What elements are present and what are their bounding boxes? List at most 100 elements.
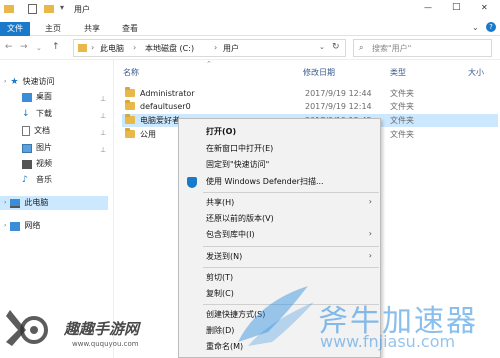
dropdown-icon[interactable]: ⌄ — [319, 43, 325, 51]
file-name: defaultuser0 — [140, 102, 191, 111]
folder-icon — [125, 100, 135, 110]
window-title: 用户 — [74, 5, 90, 14]
pin-icon[interactable]: ⊥ — [100, 112, 106, 120]
menu-item-pin-quick-access[interactable]: 固定到"快速访问" — [206, 157, 269, 173]
maximize-button[interactable]: □ — [452, 2, 461, 12]
desktop-icon — [22, 92, 32, 102]
file-name: 公用 — [140, 130, 156, 139]
submenu-arrow-icon: › — [368, 229, 372, 238]
folder-icon — [125, 114, 135, 124]
file-date: 2017/9/19 12:14 — [305, 102, 372, 111]
menu-separator — [203, 192, 379, 193]
watermark-left-url: www.ququyou.com — [72, 340, 139, 348]
file-type: 文件夹 — [390, 130, 414, 139]
folder-icon — [78, 44, 87, 52]
breadcrumb-separator-icon: › — [214, 43, 218, 52]
star-icon: ★ — [10, 77, 19, 87]
expand-ribbon-icon[interactable]: ⌄ — [472, 23, 479, 32]
sidebar-item-label: 此电脑 — [24, 198, 49, 207]
sidebar-item-label: 桌面 — [36, 92, 52, 101]
minimize-button[interactable]: — — [424, 3, 432, 12]
pin-icon[interactable]: ⊥ — [100, 146, 106, 154]
up-icon[interactable]: ↑ — [52, 42, 60, 52]
pin-icon[interactable]: ⊥ — [100, 95, 106, 103]
column-header-size[interactable]: 大小 — [468, 67, 484, 78]
sidebar-item-network[interactable]: › 网络 — [4, 219, 40, 233]
menu-item-send-to[interactable]: 发送到(N) — [206, 249, 242, 265]
sidebar-item-quick-access[interactable]: › ★ 快速访问 — [4, 75, 54, 89]
list-item[interactable]: Administrator 2017/9/19 12:44 文件夹 — [122, 87, 498, 100]
pictures-icon — [22, 143, 32, 153]
sidebar-item-pictures[interactable]: 图片 — [22, 141, 52, 155]
folder-icon — [125, 87, 135, 97]
watermark-right-url: www.fnjiasu.com — [320, 332, 456, 351]
sidebar-item-videos[interactable]: 视频 — [22, 157, 52, 171]
watermark-right: 斧牛加速器 www.fnjiasu.com — [228, 282, 500, 358]
music-icon: ♪ — [22, 175, 28, 185]
sidebar-item-label: 下载 — [36, 109, 52, 118]
refresh-icon[interactable]: ↻ — [332, 42, 340, 52]
pin-icon[interactable]: ⊥ — [100, 129, 106, 137]
sort-indicator-icon: ⌃ — [206, 60, 212, 68]
properties-icon[interactable] — [28, 4, 37, 14]
sidebar-item-label: 快速访问 — [22, 77, 55, 86]
game-controller-logo-icon — [6, 310, 48, 346]
column-header-name[interactable]: 名称 — [123, 67, 139, 78]
sidebar-item-downloads[interactable]: ↓ 下载 — [22, 107, 52, 121]
column-header-type[interactable]: 类型 — [390, 67, 406, 78]
list-item[interactable]: defaultuser0 2017/9/19 12:14 文件夹 — [122, 100, 498, 113]
menu-separator — [203, 246, 379, 247]
title-bar: ▾ 用户 — □ ✕ — [0, 0, 500, 20]
expand-icon[interactable]: › — [4, 75, 6, 89]
customize-toolbar-icon[interactable]: ▾ — [60, 3, 64, 12]
ribbon: 文件 主页 共享 查看 ⌄ ? — [0, 20, 500, 36]
file-type: 文件夹 — [390, 89, 414, 98]
back-icon[interactable]: ← — [5, 42, 13, 52]
expand-icon[interactable]: › — [4, 219, 6, 233]
menu-item-include-library[interactable]: 包含到库中(I) — [206, 227, 255, 243]
sidebar-item-label: 音乐 — [36, 175, 52, 184]
help-icon[interactable]: ? — [486, 22, 496, 32]
column-header-date[interactable]: 修改日期 — [303, 67, 335, 78]
menu-item-defender-scan[interactable]: 使用 Windows Defender扫描... — [206, 174, 324, 190]
breadcrumb-separator-icon: › — [133, 43, 137, 52]
folder-icon — [125, 128, 135, 138]
sidebar-item-label: 视频 — [36, 159, 52, 168]
sidebar-item-desktop[interactable]: 桌面 — [22, 90, 52, 104]
new-folder-icon[interactable] — [44, 5, 54, 13]
breadcrumb-separator-icon: › — [91, 43, 95, 52]
close-button[interactable]: ✕ — [481, 3, 488, 12]
search-box[interactable]: ⌕ 搜索"用户" — [353, 39, 492, 57]
watermark-left-brand: 趣趣手游网 — [64, 320, 140, 338]
address-bar[interactable]: › 此电脑 › 本地磁盘 (C:) › 用户 ⌄ ↻ — [73, 39, 346, 57]
file-date: 2017/9/19 12:44 — [305, 89, 372, 98]
menu-separator — [203, 267, 379, 268]
watermark-left: 趣趣手游网 www.ququyou.com — [4, 300, 179, 356]
menu-item-open-new-window[interactable]: 在新窗口中打开(E) — [206, 141, 273, 157]
forward-icon[interactable]: → — [20, 42, 28, 52]
breadcrumb-users[interactable]: 用户 — [223, 43, 239, 54]
menu-item-restore-versions[interactable]: 还原以前的版本(V) — [206, 211, 274, 227]
document-icon — [22, 126, 30, 136]
sidebar-item-this-pc[interactable]: › 此电脑 — [0, 196, 108, 210]
rocket-logo-icon — [238, 286, 314, 346]
breadcrumb-this-pc[interactable]: 此电脑 — [100, 43, 124, 54]
tab-file[interactable]: 文件 — [0, 22, 30, 36]
tab-share[interactable]: 共享 — [77, 22, 107, 36]
file-type: 文件夹 — [390, 102, 414, 111]
tab-home[interactable]: 主页 — [38, 22, 68, 36]
menu-item-share[interactable]: 共享(H) — [206, 195, 234, 211]
expand-icon[interactable]: › — [4, 196, 6, 210]
sidebar-item-label: 文档 — [34, 126, 50, 135]
breadcrumb-local-disk[interactable]: 本地磁盘 (C:) — [145, 43, 194, 54]
search-icon: ⌕ — [359, 43, 364, 52]
sidebar-item-documents[interactable]: 文档 — [22, 124, 50, 138]
recent-locations-icon[interactable]: ⌄ — [36, 44, 42, 52]
file-type: 文件夹 — [390, 116, 414, 125]
download-icon: ↓ — [22, 109, 30, 119]
defender-shield-icon — [187, 177, 197, 188]
tab-view[interactable]: 查看 — [115, 22, 145, 36]
menu-item-open[interactable]: 打开(O) — [206, 124, 236, 140]
sidebar-item-music[interactable]: ♪ 音乐 — [22, 173, 52, 187]
sidebar-item-label: 图片 — [36, 143, 52, 152]
